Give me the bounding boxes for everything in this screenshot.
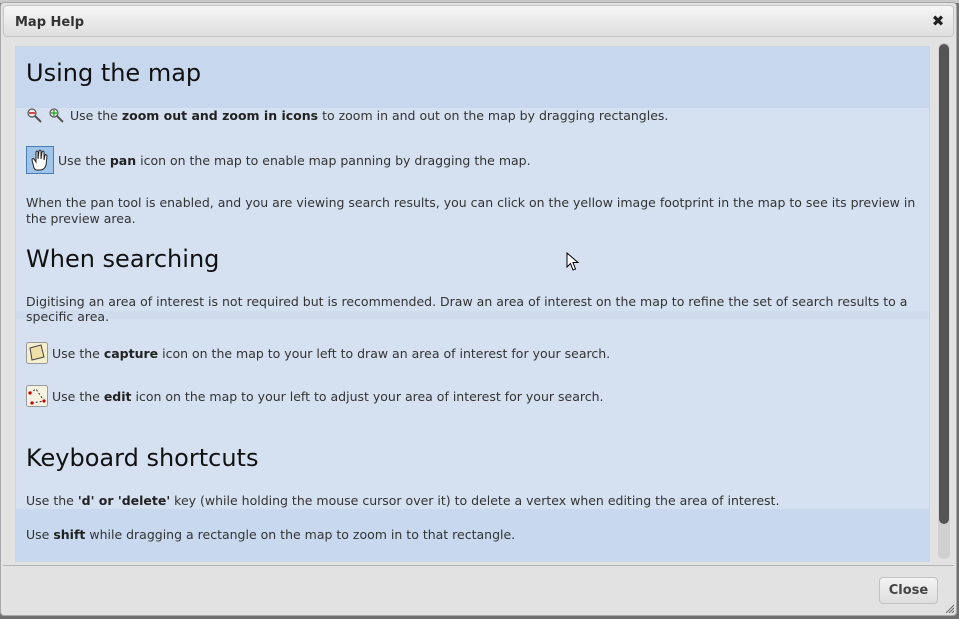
delete-text-bold: 'd' or 'delete' [77, 493, 171, 508]
scrollbar[interactable] [938, 43, 950, 559]
edit-instruction: Use the edit icon on the map to your lef… [26, 385, 604, 410]
pan-text-bold: pan [109, 153, 137, 168]
edit-text-suffix: icon on the map to your left to adjust y… [131, 389, 604, 404]
dialog-title: Map Help [15, 15, 84, 30]
shift-text-prefix: Use [26, 527, 54, 542]
zoom-in-icon [48, 107, 66, 126]
heading-shortcuts: Keyboard shortcuts [26, 444, 259, 472]
capture-text-prefix: Use the [52, 346, 104, 361]
capture-instruction: Use the capture icon on the map to your … [26, 342, 610, 367]
pan-text-suffix: icon on the map to enable map panning by… [136, 153, 531, 168]
capture-polygon-icon [26, 342, 48, 367]
heading-searching: When searching [26, 245, 220, 273]
shift-text-bold: shift [53, 527, 86, 542]
heading-using-map: Using the map [26, 59, 202, 87]
edit-vertex-icon [26, 385, 48, 410]
edit-text-bold: edit [103, 389, 132, 404]
close-button[interactable]: Close [879, 577, 938, 604]
close-icon[interactable]: ✖ [928, 11, 948, 31]
shift-text-suffix: while dragging a rectangle on the map to… [85, 527, 516, 542]
dialog-titlebar[interactable]: Map Help ✖ [3, 5, 954, 37]
resize-grip-icon[interactable] [944, 603, 954, 613]
footer-divider [3, 565, 954, 566]
delete-text-prefix: Use the [26, 493, 78, 508]
capture-text-suffix: icon on the map to your left to draw an … [158, 346, 611, 361]
pan-instruction: Use the pan icon on the map to enable ma… [26, 146, 531, 177]
hand-icon [26, 146, 54, 177]
zoom-text-bold: zoom out and zoom in icons [121, 108, 319, 123]
help-content: Using the map Use the zoom out and zoom … [15, 46, 930, 562]
pan-note: When the pan tool is enabled, and you ar… [26, 195, 916, 226]
capture-text-bold: capture [103, 346, 159, 361]
mouse-cursor-icon [566, 252, 580, 271]
delete-text-suffix: key (while holding the mouse cursor over… [170, 493, 780, 508]
searching-intro: Digitising an area of interest is not re… [26, 294, 908, 324]
zoom-instruction: Use the zoom out and zoom in icons to zo… [26, 107, 668, 126]
pan-text-prefix: Use the [58, 153, 110, 168]
scrollbar-thumb[interactable] [939, 44, 949, 524]
shift-shortcut: Use shift while dragging a rectangle on … [26, 527, 515, 542]
zoom-out-icon [26, 107, 44, 126]
delete-shortcut: Use the 'd' or 'delete' key (while holdi… [26, 493, 779, 508]
map-help-dialog: Map Help ✖ Using the map Use the zoom ou… [0, 2, 957, 616]
zoom-text-prefix: Use the [70, 108, 122, 123]
edit-text-prefix: Use the [52, 389, 104, 404]
zoom-text-suffix: to zoom in and out on the map by draggin… [318, 108, 669, 123]
